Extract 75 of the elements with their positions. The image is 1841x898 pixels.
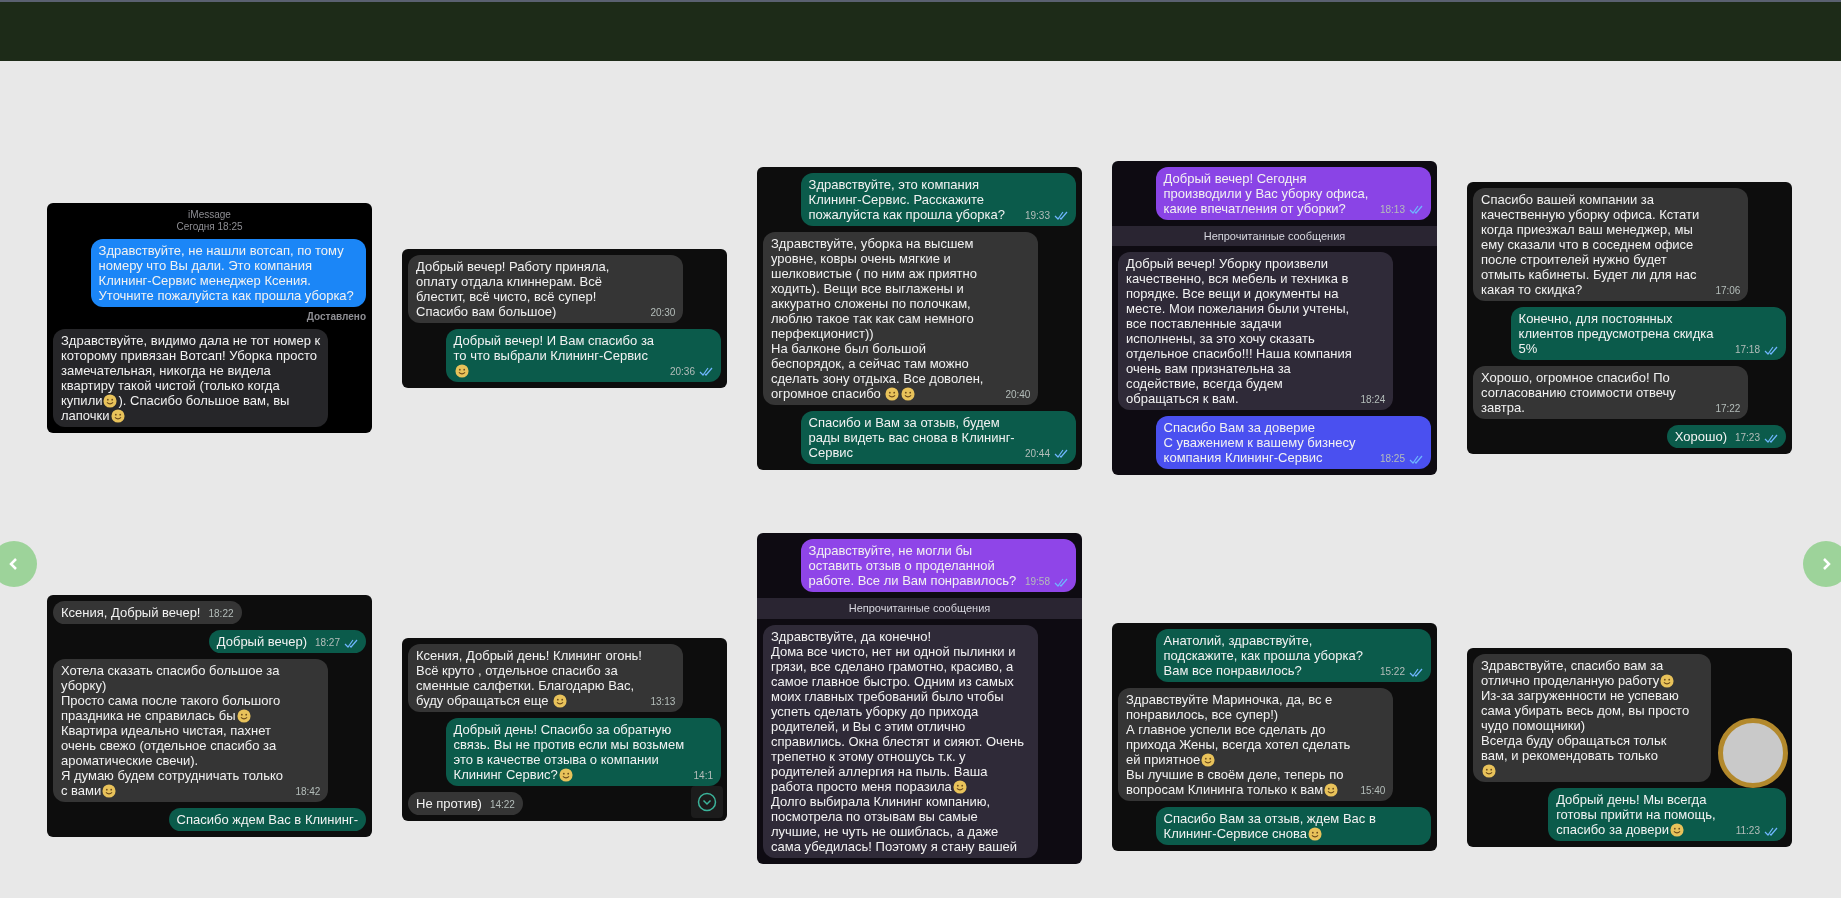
message-time: 18:25 <box>1379 453 1405 466</box>
next-button[interactable] <box>1803 541 1841 587</box>
message-time: 19:58 <box>1024 576 1050 588</box>
smiley-icon <box>901 386 916 401</box>
message-time: 14:1 <box>693 770 713 782</box>
message-time: 17:06 <box>1715 285 1741 297</box>
message-time: 18:22 <box>208 608 234 620</box>
smiley-icon <box>885 386 900 401</box>
message-text: Хорошо) <box>1674 429 1727 444</box>
message-text: Добрый вечер) <box>216 634 307 649</box>
message-time: 17:23 <box>1734 432 1760 444</box>
message-text: Здравствуйте, уборка на высшем уровне, ковры очень мягкие и шелковистые ( по ним аж приятно ходить). Вещи все выглажены и аккуратно сложены по полочкам, люблю такое так как сам немного перфекционист)) На балконе был большой беспорядок, а сейчас там можно сделать зону отдыха. Все доволен, огромное спасибо <box>771 235 985 401</box>
message-text: Добрый день! Мы всегда готовы прийти на помощь, спасибо за довери <box>1556 792 1717 837</box>
message-time: 18:27 <box>314 637 340 649</box>
message-time: 20:36 <box>669 365 695 378</box>
message-time: 19:33 <box>1024 209 1050 222</box>
message-text: Спасибо вашей компании за качественную уборку офиса. Кстати когда приезжал ваш менеджер, мы ему сказали что в соседнем офисе после строителей нужно будет отмыть кабинеты. Будет ли для нас какая то скидка? <box>1481 192 1701 297</box>
message-time: 14:22 <box>489 799 515 811</box>
smiley-icon <box>1482 764 1496 778</box>
message-text: Анатолий, здравствуйте, подскажите, как прошла уборка? Вам все понравилось? <box>1163 633 1364 678</box>
message-text: Ксения, Добрый день! Клининг огонь! Всё круто , отдельное спасибо за сменные салфетки. Благодарю Вас, буду обращаться еще <box>416 648 643 708</box>
message-text: Не против) <box>416 796 482 811</box>
message-time: 15:40 <box>1360 785 1386 797</box>
smiley-icon <box>102 784 117 798</box>
message-time: 13:13 <box>650 696 676 708</box>
chat-header-text: iMessage <box>188 209 231 221</box>
message-time: 18:13 <box>1379 203 1405 216</box>
chevron-right-icon <box>1820 557 1832 571</box>
chevron-left-icon <box>8 557 20 571</box>
previous-button[interactable] <box>0 541 37 587</box>
message-text: Здравствуйте, не нашли вотсап, по тому номеру что Вы дали. Это компания Клининг-Сервис менеджер Ксения. Уточните пожалуйста как прошла уборка? <box>98 243 355 303</box>
smiley-icon <box>1660 674 1675 688</box>
chevron-down-icon <box>697 792 717 812</box>
message-text: Здравствуйте Мариночка, да, вс е понравилось, все супер!) А главное успели все сделать до прихода Жены, всегда хотел сделать ей приятное Вы лучшие в своём деле, теперь по вопросам Клининга только к вам <box>1126 692 1352 797</box>
message-text: Здравствуйте, да конечно! Дома все чисто, нет ни одной пылинки и грязи, все сделано грамотно, красиво, а самое главное быстро. Одним из самых моих главных требований было чтобы успеть сделать уборку до прихода родителей, и Вы с этим отлично справились. Окна блестят и сияют. Очень трепетно к этому отношусь т.к. у родителей аллергия на пыль. Ваша работа просто меня поразила Долго выбирала Клининг компанию, посмотрела по отзывам вы самые лучшие, не чуть не ошиблась, а даже сама убедилась! Поэтому я стану вашей <box>771 628 1025 854</box>
message-time: 20:44 <box>1024 447 1050 460</box>
message-time: 20:30 <box>650 306 676 319</box>
message-text: Добрый вечер! И Вам спасибо за то что выбрали Клининг-Сервис <box>453 332 662 378</box>
smiley-icon <box>1670 823 1685 837</box>
message-text: Ксения, Добрый вечер! <box>61 605 201 620</box>
message-text: Здравствуйте, видимо дала не тот номер к которому привязан Вотсап! Уборка просто замечательная, никогда не видела квартиру такой чистой (только когда купили ). Спасибо большое вам, вы лапочки <box>61 333 321 423</box>
smiley-icon <box>952 779 967 794</box>
message-text: Конечно, для постоянных клиентов предусмотрена скидка 5% <box>1518 311 1715 356</box>
smiley-icon <box>553 694 568 708</box>
scroll-down-button[interactable] <box>691 786 723 818</box>
message-text: Спасибо и Вам за отзыв, будем рады видеть вас снова в Клининг-Сервис <box>808 414 1016 460</box>
message-time: 20:40 <box>1005 388 1031 401</box>
delivery-status: Доставлено <box>306 311 366 323</box>
message-text: Добрый день! Спасибо за обратную связь. Вы не против если мы возьмем это в качестве отзыва о компании Клининг Сервис? <box>453 722 686 782</box>
smiley-icon <box>236 709 251 723</box>
message-text: Добрый вечер! Работу приняла, оплату отдала клиннерам. Всё блестит, всё чисто, всё супер! Спасибо вам большое) <box>416 258 611 319</box>
message-text: Спасибо ждем Вас в Клининг- <box>176 812 358 827</box>
smiley-icon <box>103 394 118 408</box>
message-text: Хорошо, огромное спасибо! По согласованию стоимости отвечу завтра. <box>1481 370 1677 415</box>
message-time: 11:23 <box>1735 825 1760 837</box>
message-text: Добрый вечер! Уборку произвели качественно, вся мебель и техника в порядке. Все вещи и документы на месте. Мои пожелания были учтены, все поставленные задачи исполнены, за это хочу сказать отдельное спасибо!!! Наша компания очень вам признательна за содействие, всегда будем обращаться к вам. <box>1126 256 1353 407</box>
smiley-icon <box>1201 753 1216 767</box>
message-time: 18:24 <box>1360 394 1386 407</box>
smiley-icon <box>110 409 125 423</box>
message-text: Спасибо Вам за отзыв, ждем Вас в Клининг-Сервисе снова <box>1163 811 1377 841</box>
message-text: Хотела сказать спасибо большое за уборку) Просто сама после такого большого праздника не справилась бы Квартира идеально чистая, пахнет очень свежо (отдельное спасибо за ароматические свечи). Я думаю будем сотрудничать только с вами <box>61 663 284 798</box>
message-time: 17:18 <box>1734 344 1760 356</box>
message-text: Добрый вечер! Сегодня производили у Вас уборку офиса, какие впечатления от уборки? <box>1163 170 1370 216</box>
smiley-icon <box>1307 827 1322 841</box>
message-text: Здравствуйте, не могли бы оставить отзыв о проделанной работе. Все ли Вам понравилось? <box>808 543 1017 588</box>
chat-header-text: Сегодня 18:25 <box>176 221 243 233</box>
message-time: 18:42 <box>295 786 321 798</box>
message-time: 15:22 <box>1379 666 1405 678</box>
message-text: Здравствуйте, это компания Клининг-Сервис. Расскажите пожалуйста как прошла уборка? <box>808 176 1006 222</box>
message-time: 17:22 <box>1715 403 1741 415</box>
smiley-icon <box>1324 783 1339 797</box>
message-text: Спасибо Вам за доверие С уважением к вашему бизнесу компания Клининг-Сервис <box>1163 420 1357 466</box>
message-text: Здравствуйте, спасибо вам за отлично проделанную работу Из-за загруженности не успеваю сама убирать весь дом, вы просто чудо помощники) Всегда буду обращаться тольк вам, и рекомендовать только <box>1481 658 1703 778</box>
smiley-icon <box>454 363 469 378</box>
smiley-icon <box>558 768 573 782</box>
